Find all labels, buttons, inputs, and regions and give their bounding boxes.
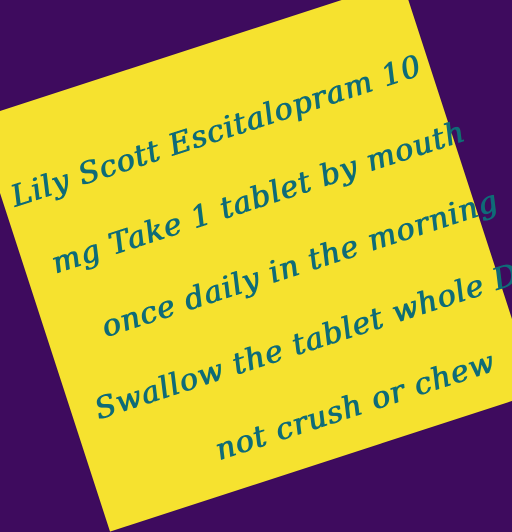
note-line-2: mg Take 1 tablet by mouth — [47, 114, 470, 282]
note-line-3: once daily in the morning — [97, 183, 503, 346]
prescription-note: Lily Scott Escitalopram 10 mg Take 1 tab… — [0, 0, 512, 532]
note-line-1: Lily Scott Escitalopram 10 — [6, 48, 427, 215]
